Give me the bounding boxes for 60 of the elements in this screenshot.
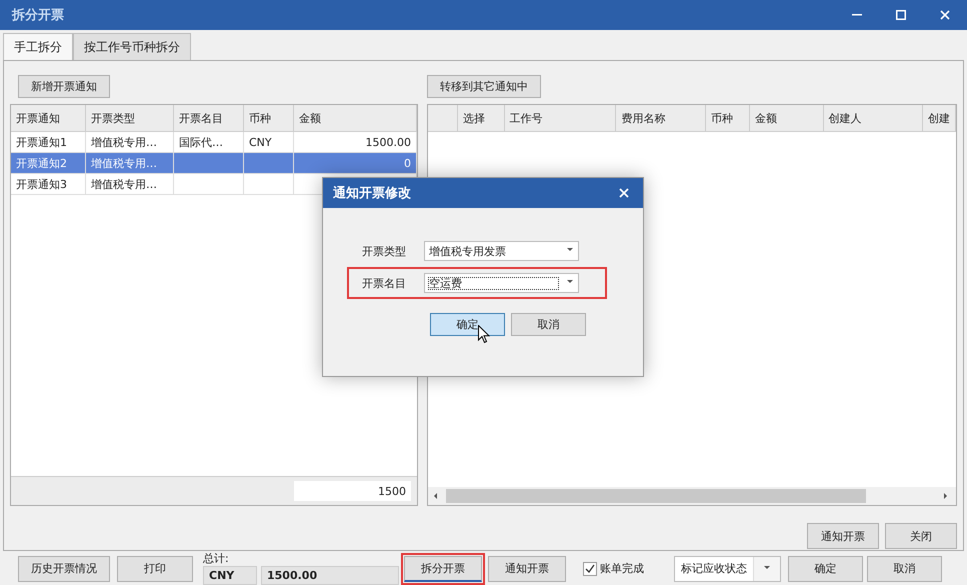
maximize-icon[interactable] <box>896 10 906 20</box>
table-cell: 开票通知1 <box>11 132 86 152</box>
table-cell: 增值税专用… <box>86 153 174 173</box>
tab[interactable]: 按工作号币种拆分 <box>73 33 191 60</box>
scroll-arrow-icon[interactable] <box>434 493 440 499</box>
amount-cell: 1500.00 <box>261 566 399 585</box>
currency-cell: CNY <box>203 566 257 585</box>
table-cell: 1500.00 <box>294 132 417 152</box>
print-button[interactable]: 打印 <box>117 556 193 582</box>
split-button[interactable]: 通知开票 <box>488 556 566 582</box>
dialog-button[interactable]: 取消 <box>511 313 586 336</box>
split-button[interactable]: 拆分开票 <box>404 556 482 582</box>
column-header[interactable]: 工作号 <box>504 105 616 131</box>
field-label: 开票名目 <box>362 276 406 290</box>
close-icon[interactable] <box>619 188 629 198</box>
column-header[interactable]: 费用名称 <box>616 105 706 131</box>
column-header[interactable]: 币种 <box>244 105 294 131</box>
tab[interactable]: 手工拆分 <box>3 33 73 60</box>
status-dropdown[interactable]: 标记应收状态 <box>674 556 781 582</box>
select-field[interactable]: 空运费 <box>424 273 579 293</box>
dialog-action-button[interactable]: 取消 <box>867 556 942 582</box>
transfer-button[interactable]: 转移到其它通知中 <box>427 75 541 98</box>
table-cell: 增值税专用… <box>86 132 174 152</box>
checkbox[interactable] <box>583 562 597 576</box>
table-cell: 开票通知3 <box>11 174 86 194</box>
dialog-button[interactable]: 确定 <box>430 313 505 336</box>
column-header[interactable]: 金额 <box>294 105 417 131</box>
checkbox-label: 账单完成 <box>600 561 644 576</box>
mouse-pointer-icon <box>478 325 490 344</box>
column-header[interactable]: 创建 <box>923 105 956 131</box>
caret-icon[interactable] <box>764 566 770 572</box>
column-header[interactable]: 币种 <box>706 105 750 131</box>
select-field[interactable]: 增值税专用发票 <box>424 241 579 261</box>
column-header[interactable]: 开票类型 <box>86 105 174 131</box>
history-button[interactable]: 历史开票情况 <box>18 556 110 582</box>
column-header[interactable]: 金额 <box>750 105 824 131</box>
add-notice-button[interactable]: 新增开票通知 <box>18 75 110 98</box>
action-button[interactable]: 关闭 <box>885 523 957 549</box>
table-cell: 增值税专用… <box>86 174 174 194</box>
caret-icon[interactable] <box>567 280 573 286</box>
column-header[interactable]: 开票通知 <box>11 105 86 131</box>
scrollbar-thumb[interactable] <box>446 489 866 503</box>
minimize-icon[interactable] <box>852 14 862 16</box>
table-row[interactable]: 开票通知2 增值税专用… 0 <box>11 153 417 174</box>
window-title: 拆分开票 <box>12 7 65 24</box>
close-icon[interactable] <box>940 10 950 20</box>
caret-icon[interactable] <box>567 248 573 254</box>
scroll-arrow-icon[interactable] <box>944 493 950 499</box>
table-cell: 0 <box>294 153 417 173</box>
column-header[interactable]: 创建人 <box>824 105 924 131</box>
table-cell: 开票通知2 <box>11 153 86 173</box>
table-cell: 国际代… <box>174 132 244 152</box>
action-button[interactable]: 通知开票 <box>807 523 879 549</box>
column-header[interactable]: 选择 <box>458 105 505 131</box>
sum-cell: 1500 <box>294 481 411 501</box>
column-header[interactable]: 开票名目 <box>174 105 244 131</box>
field-label: 开票类型 <box>362 244 406 258</box>
table-cell: CNY <box>244 132 294 152</box>
total-label: 总计: <box>203 551 230 566</box>
dialog-action-button[interactable]: 确定 <box>788 556 863 582</box>
